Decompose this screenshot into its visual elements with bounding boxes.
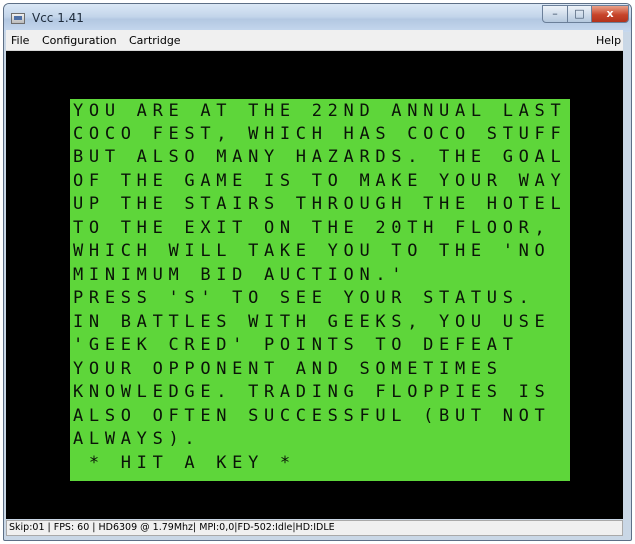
title-bar[interactable]: Vcc 1.41 – □ x xyxy=(4,4,631,32)
maximize-button[interactable]: □ xyxy=(567,5,592,23)
window-title: Vcc 1.41 xyxy=(32,11,84,25)
screen-line: WHICH WILL TAKE YOU TO THE 'NO xyxy=(73,241,551,261)
screen-line: COCO FEST, WHICH HAS COCO STUFF xyxy=(73,124,567,144)
text-screen: YOU ARE AT THE 22ND ANNUAL LAST COCO FES… xyxy=(70,99,570,481)
screen-line: ALSO OFTEN SUCCESSFUL (BUT NOT xyxy=(73,406,551,426)
menu-help[interactable]: Help xyxy=(596,34,621,47)
menu-cartridge[interactable]: Cartridge xyxy=(129,34,181,47)
app-icon xyxy=(11,13,25,24)
close-button[interactable]: x xyxy=(591,5,629,23)
emulator-screen[interactable]: YOU ARE AT THE 22ND ANNUAL LAST COCO FES… xyxy=(6,51,623,519)
screen-line: ALWAYS). xyxy=(73,429,201,449)
screen-line: KNOWLEDGE. TRADING FLOPPIES IS xyxy=(73,382,551,402)
screen-line: 'GEEK CRED' POINTS TO DEFEAT xyxy=(73,335,519,355)
minimize-button[interactable]: – xyxy=(542,5,568,23)
status-bar: Skip:01 | FPS: 60 | HD6309 @ 1.79Mhz| MP… xyxy=(6,520,623,536)
hit-a-key-prompt: * HIT A KEY * xyxy=(73,453,296,473)
screen-line: UP THE STAIRS THROUGH THE HOTEL xyxy=(73,194,567,214)
screen-line: OF THE GAME IS TO MAKE YOUR WAY xyxy=(73,171,567,191)
screen-line: IN BATTLES WITH GEEKS, YOU USE xyxy=(73,312,551,332)
screen-line: PRESS 'S' TO SEE YOUR STATUS. xyxy=(73,288,535,308)
screen-line: MINIMUM BID AUCTION.' xyxy=(73,265,408,285)
screen-line: YOU ARE AT THE 22ND ANNUAL LAST xyxy=(73,101,567,121)
screen-line: YOUR OPPONENT AND SOMETIMES xyxy=(73,359,503,379)
screen-line: BUT ALSO MANY HAZARDS. THE GOAL xyxy=(73,147,567,167)
menu-bar: File Configuration Cartridge Help xyxy=(6,30,623,51)
menu-file[interactable]: File xyxy=(11,34,29,47)
screen-line: TO THE EXIT ON THE 20TH FLOOR, xyxy=(73,218,551,238)
menu-configuration[interactable]: Configuration xyxy=(42,34,117,47)
